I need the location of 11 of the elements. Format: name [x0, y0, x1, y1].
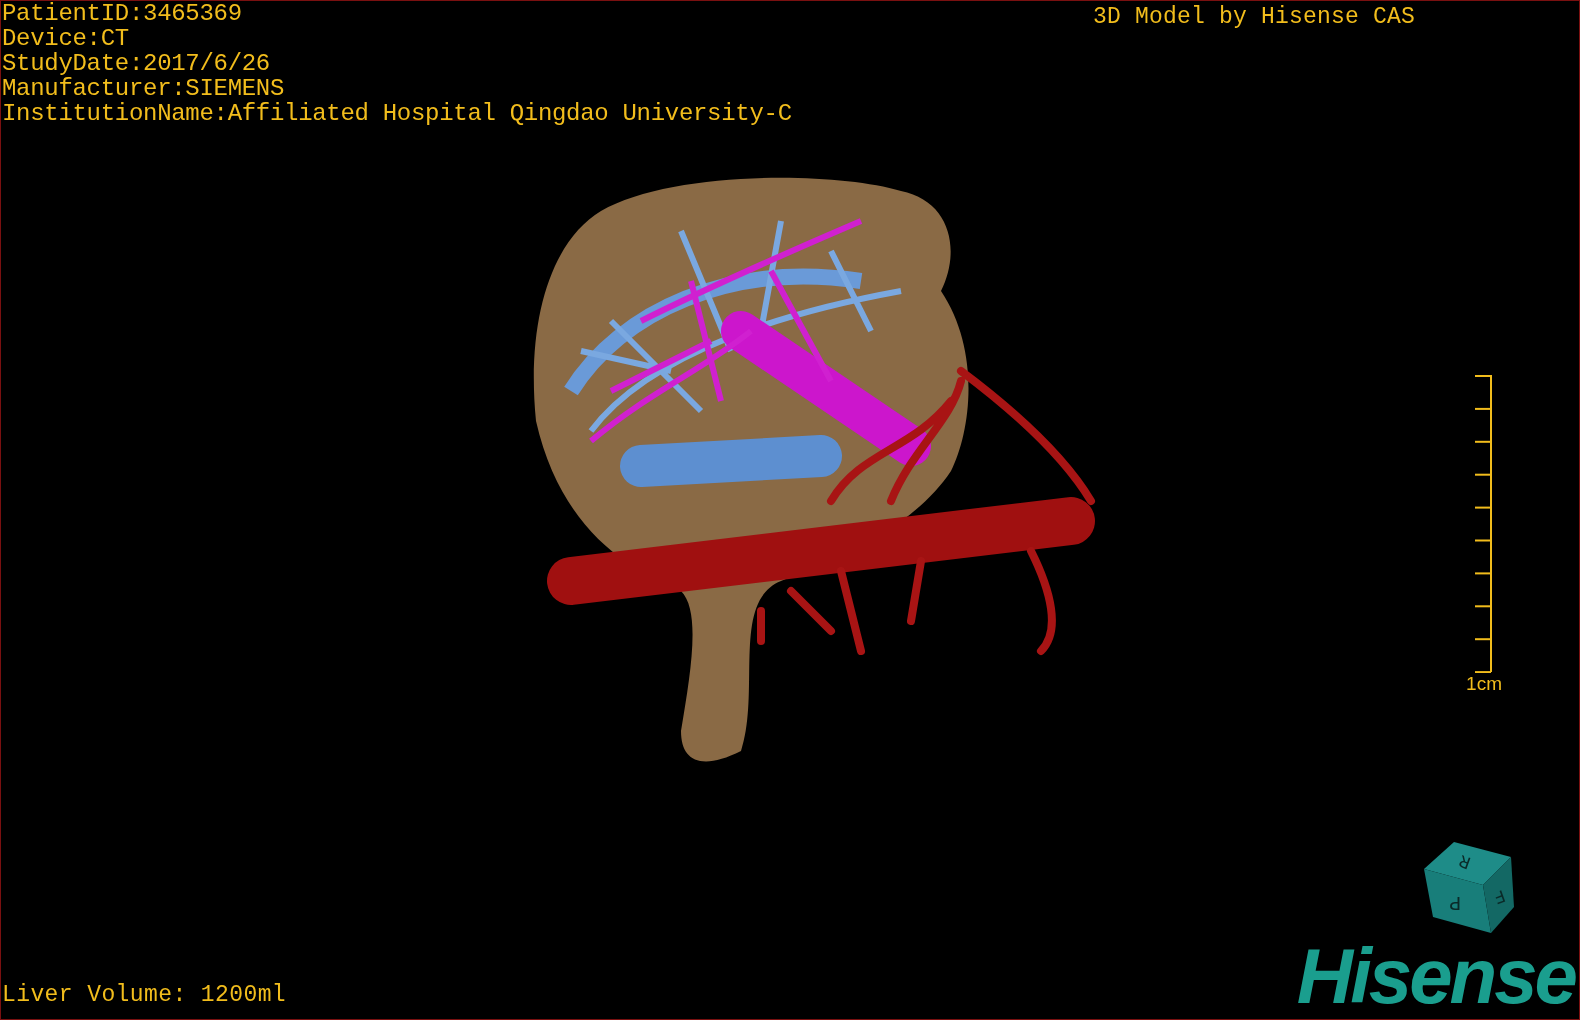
scale-label: 1cm	[1466, 673, 1502, 695]
orientation-cube[interactable]: R F P	[1419, 839, 1517, 935]
brand-logo: Hisense	[1296, 943, 1575, 1009]
liver-volume: Liver Volume: 1200ml	[2, 981, 287, 1009]
dicom-info-line: InstitutionName:Affiliated Hospital Qingdao University-C	[2, 101, 792, 126]
dicom-info-line: StudyDate:2017/6/26	[2, 51, 271, 76]
dicom-info-line: PatientID:3465369	[2, 1, 243, 26]
model-credit: 3D Model by Hisense CAS	[1092, 3, 1415, 32]
render-viewport[interactable]: PatientID:3465369 Device:CT StudyDate:2017/6/26 Manufacturer:SIEMENS InstitutionName:Affiliated Hospital Qingdao University-C 3D Model by Hisense CAS 1cm Liver Volume: 1200ml R F P Hisense	[0, 0, 1580, 1020]
dicom-info-line: Device:CT	[2, 26, 130, 51]
dicom-info-line: Manufacturer:SIEMENS	[2, 76, 286, 101]
